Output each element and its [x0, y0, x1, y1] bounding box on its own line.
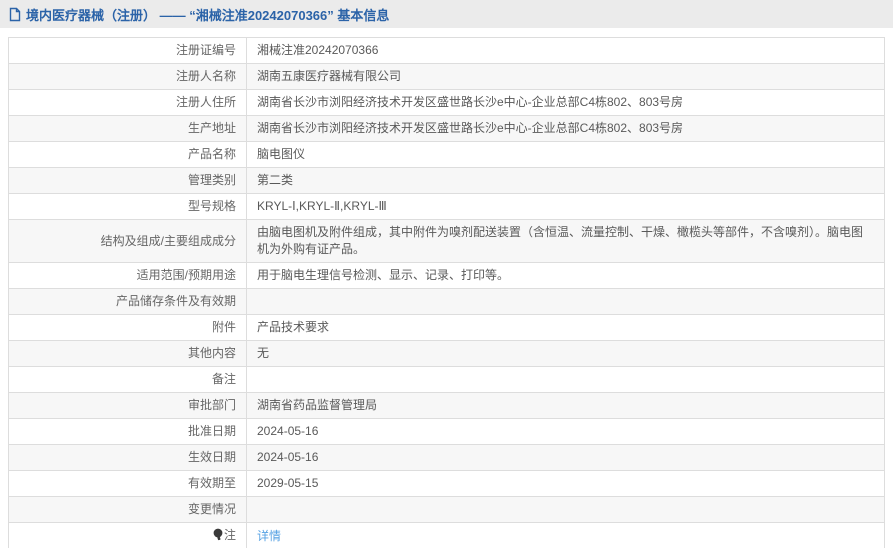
row-value: 详情: [246, 522, 885, 548]
row-label-text: 批准日期: [187, 424, 236, 438]
row-label-text: 注册人住所: [175, 95, 236, 109]
table-row: 生效日期 2024-05-16: [8, 444, 885, 471]
row-label: 注册人住所: [8, 89, 247, 116]
row-value: [246, 366, 885, 393]
row-label: 备注: [8, 366, 247, 393]
row-value: 湖南省药品监督管理局: [246, 392, 885, 419]
row-value: 产品技术要求: [246, 314, 885, 341]
row-label: 管理类别: [8, 167, 247, 194]
table-row: 有效期至 2029-05-15: [8, 470, 885, 497]
page-title: 境内医疗器械（注册） —— “湘械注准20242070366” 基本信息: [26, 7, 390, 23]
table-row: 注册人住所 湖南省长沙市浏阳经济技术开发区盛世路长沙e中心-企业总部C4栋802、…: [8, 89, 885, 116]
row-value-text: 产品技术要求: [257, 320, 330, 334]
registration-info-table: 注册证编号 湘械注准20242070366 注册人名称 湖南五康医疗器械有限公司 注册人…: [8, 37, 885, 548]
row-label: 审批部门: [8, 392, 247, 419]
row-label: 注册证编号: [8, 37, 247, 64]
row-label-text: 生产地址: [187, 121, 236, 135]
row-label-text: 型号规格: [187, 199, 236, 213]
detail-link[interactable]: 详情: [257, 529, 281, 543]
table-row: 结构及组成/主要组成成分 由脑电图机及附件组成，其中附件为嗅剂配送装置（含恒温、流…: [8, 219, 885, 263]
row-value-text: 湖南省长沙市浏阳经济技术开发区盛世路长沙e中心-企业总部C4栋802、803号房: [257, 95, 684, 109]
row-label-text: 生效日期: [187, 450, 236, 464]
row-label-text: 变更情况: [187, 502, 236, 516]
row-value-text: 湖南省长沙市浏阳经济技术开发区盛世路长沙e中心-企业总部C4栋802、803号房: [257, 121, 684, 135]
table-row: 生产地址 湖南省长沙市浏阳经济技术开发区盛世路长沙e中心-企业总部C4栋802、8…: [8, 115, 885, 142]
row-label: 适用范围/预期用途: [8, 262, 247, 289]
row-value-text: 湘械注准20242070366: [257, 43, 379, 57]
row-value: 2024-05-16: [246, 418, 885, 445]
row-label: 注: [8, 522, 247, 548]
row-label: 注册人名称: [8, 63, 247, 90]
row-label: 生产地址: [8, 115, 247, 142]
row-value-text: 无: [257, 346, 270, 360]
row-value: 湘械注准20242070366: [246, 37, 885, 64]
row-value-text: 2024-05-16: [257, 424, 319, 438]
row-label-text: 管理类别: [187, 173, 236, 187]
table-row: 批准日期 2024-05-16: [8, 418, 885, 445]
lightbulb-icon: [213, 528, 223, 546]
row-label-text: 附件: [211, 320, 236, 334]
row-value-text: KRYL-Ⅰ,KRYL-Ⅱ,KRYL-Ⅲ: [257, 199, 387, 213]
row-label-text: 审批部门: [187, 398, 236, 412]
table-row: 注 详情: [8, 522, 885, 548]
row-value-text: 第二类: [257, 173, 294, 187]
row-value-text: 2024-05-16: [257, 450, 319, 464]
table-row: 审批部门 湖南省药品监督管理局: [8, 392, 885, 419]
row-label: 批准日期: [8, 418, 247, 445]
table-row: 其他内容 无: [8, 340, 885, 367]
row-label-text: 产品储存条件及有效期: [115, 294, 236, 308]
row-label-text: 结构及组成/主要组成成分: [100, 233, 236, 248]
table-row: 型号规格 KRYL-Ⅰ,KRYL-Ⅱ,KRYL-Ⅲ: [8, 193, 885, 220]
page-header: 境内医疗器械（注册） —— “湘械注准20242070366” 基本信息: [0, 0, 893, 28]
row-label: 产品名称: [8, 141, 247, 168]
row-value: 由脑电图机及附件组成，其中附件为嗅剂配送装置（含恒温、流量控制、干燥、橄榄头等部…: [246, 219, 885, 263]
row-label-text: 适用范围/预期用途: [136, 268, 236, 282]
row-value: 湖南五康医疗器械有限公司: [246, 63, 885, 90]
table-row: 管理类别 第二类: [8, 167, 885, 194]
row-value: [246, 496, 885, 523]
row-label-text: 产品名称: [187, 147, 236, 161]
row-value: [246, 288, 885, 315]
info-table-body: 注册证编号 湘械注准20242070366 注册人名称 湖南五康医疗器械有限公司 注册人…: [8, 37, 885, 548]
row-value: 湖南省长沙市浏阳经济技术开发区盛世路长沙e中心-企业总部C4栋802、803号房: [246, 115, 885, 142]
row-value: 脑电图仪: [246, 141, 885, 168]
row-label: 生效日期: [8, 444, 247, 471]
table-row: 产品储存条件及有效期: [8, 288, 885, 315]
row-label-text: 注册证编号: [175, 43, 236, 57]
row-value: KRYL-Ⅰ,KRYL-Ⅱ,KRYL-Ⅲ: [246, 193, 885, 220]
row-label: 附件: [8, 314, 247, 341]
row-label: 结构及组成/主要组成成分: [8, 219, 247, 263]
row-value: 2024-05-16: [246, 444, 885, 471]
row-label-text: 其他内容: [187, 346, 236, 360]
row-label: 变更情况: [8, 496, 247, 523]
row-label-text: 备注: [211, 372, 236, 386]
row-value-text: 由脑电图机及附件组成，其中附件为嗅剂配送装置（含恒温、流量控制、干燥、橄榄头等部…: [257, 225, 864, 256]
row-value-text: 湖南五康医疗器械有限公司: [257, 69, 402, 83]
row-label: 其他内容: [8, 340, 247, 367]
row-label-text: 注册人名称: [175, 69, 236, 83]
row-value: 2029-05-15: [246, 470, 885, 497]
table-row: 适用范围/预期用途 用于脑电生理信号检测、显示、记录、打印等。: [8, 262, 885, 289]
registration-info-table-wrap: 注册证编号 湘械注准20242070366 注册人名称 湖南五康医疗器械有限公司 注册人…: [8, 37, 885, 548]
row-label-text: 有效期至: [187, 476, 236, 490]
table-row: 变更情况: [8, 496, 885, 523]
row-label: 有效期至: [8, 470, 247, 497]
row-value: 湖南省长沙市浏阳经济技术开发区盛世路长沙e中心-企业总部C4栋802、803号房: [246, 89, 885, 116]
row-label: 产品储存条件及有效期: [8, 288, 247, 315]
document-icon: [8, 7, 21, 22]
table-row: 附件 产品技术要求: [8, 314, 885, 341]
table-row: 产品名称 脑电图仪: [8, 141, 885, 168]
table-row: 注册证编号 湘械注准20242070366: [8, 37, 885, 64]
row-value: 无: [246, 340, 885, 367]
row-value: 用于脑电生理信号检测、显示、记录、打印等。: [246, 262, 885, 289]
row-value-text: 用于脑电生理信号检测、显示、记录、打印等。: [257, 268, 510, 282]
row-value-text: 2029-05-15: [257, 476, 319, 490]
table-row: 注册人名称 湖南五康医疗器械有限公司: [8, 63, 885, 90]
table-row: 备注: [8, 366, 885, 393]
row-label-text: 注: [223, 528, 236, 542]
row-label: 型号规格: [8, 193, 247, 220]
row-value-text: 湖南省药品监督管理局: [257, 398, 378, 412]
row-value-text: 脑电图仪: [257, 147, 306, 161]
row-value: 第二类: [246, 167, 885, 194]
